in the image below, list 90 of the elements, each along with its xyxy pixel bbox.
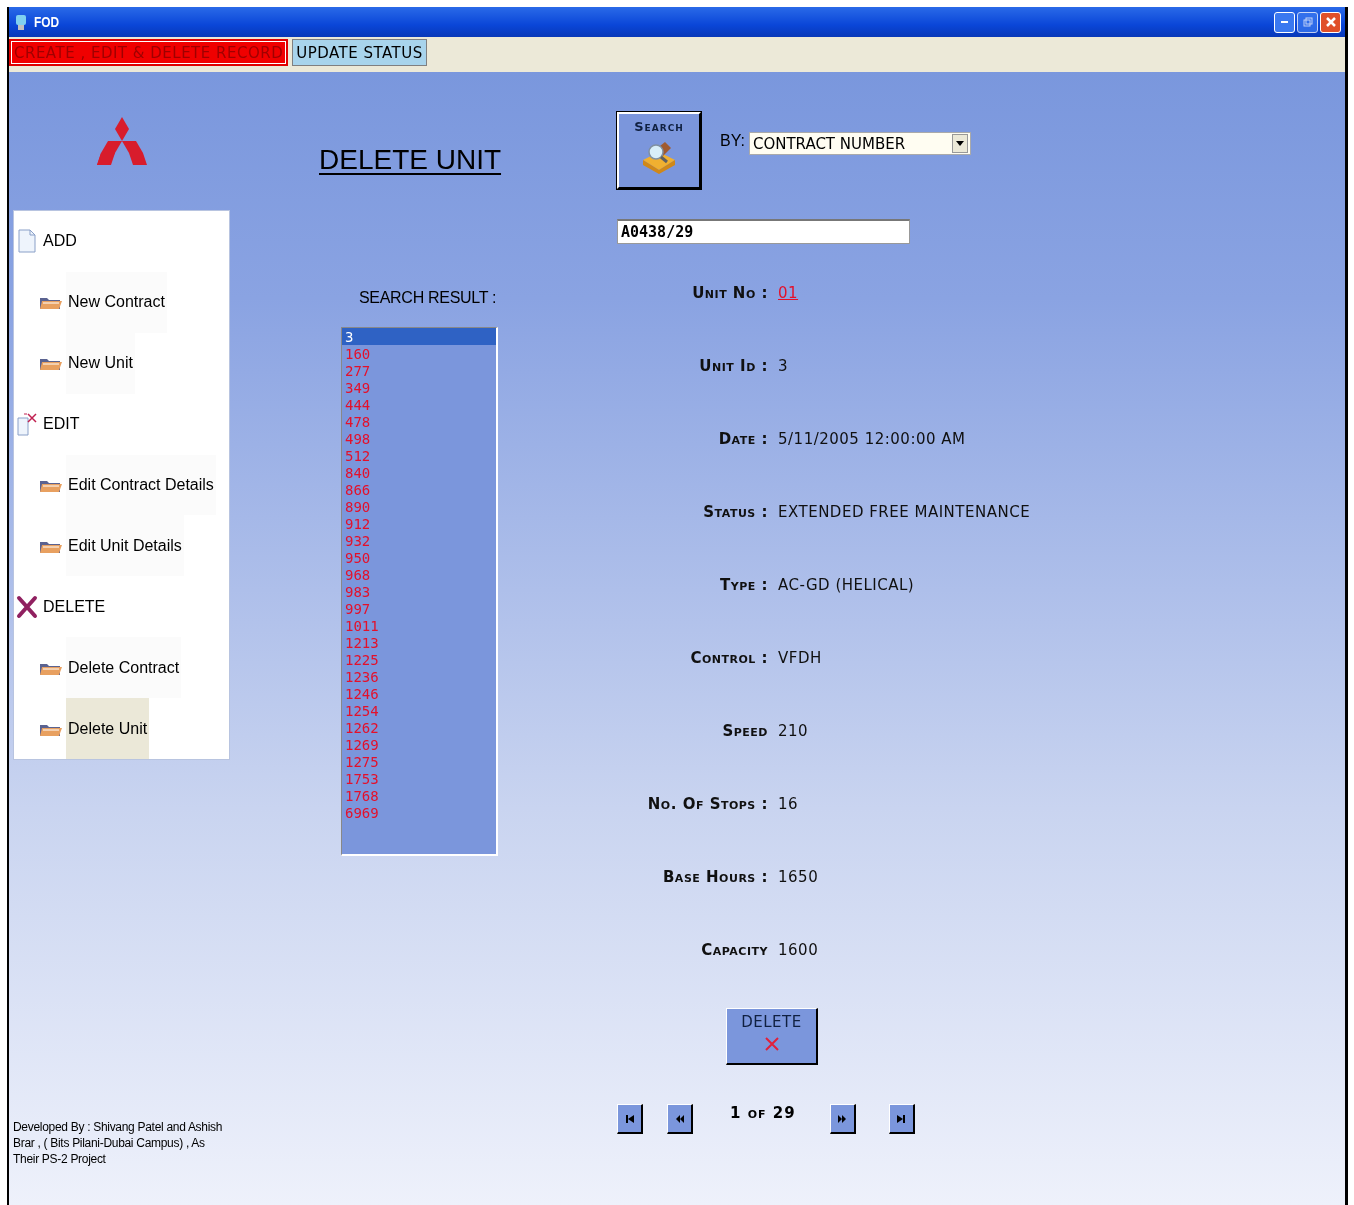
sidebar-section[interactable]: ADD [14,211,229,272]
field-value: AC-GD (HELICAL) [778,576,915,594]
list-item[interactable]: 1768 [342,787,496,804]
list-item[interactable]: 1753 [342,770,496,787]
list-item[interactable]: 912 [342,515,496,532]
close-icon [1324,16,1337,28]
sidebar-item[interactable]: Delete Unit [14,698,229,759]
field-label: Unit Id : [698,357,768,375]
skip-back-icon [625,1114,634,1123]
list-item[interactable]: 512 [342,447,496,464]
field-value: 1650 [778,868,819,886]
list-item[interactable]: 1246 [342,685,496,702]
field-value: EXTENDED FREE MAINTENANCE [778,503,1031,521]
search-result-label: SEARCH RESULT : [359,289,497,307]
field-label: No. Of Stops : [646,795,768,813]
close-button[interactable] [1320,11,1341,33]
page-title: DELETE UNIT [319,144,502,176]
field-value: 210 [778,722,809,740]
delete-button[interactable]: DELETE [726,1008,818,1065]
list-item[interactable]: 1225 [342,651,496,668]
list-item[interactable]: 997 [342,600,496,617]
list-item[interactable]: 1254 [342,702,496,719]
page-counter: 1 of 29 [730,1104,796,1122]
tab[interactable]: CREATE , EDIT & DELETE RECORD [9,39,289,66]
field-label: Type : [719,576,768,594]
document-icon [16,229,38,254]
list-item[interactable]: 478 [342,413,496,430]
minimize-icon [1281,21,1288,23]
search-button[interactable]: Search [617,112,701,189]
list-item[interactable]: 444 [342,396,496,413]
list-item[interactable]: 6969 [342,804,496,821]
by-label: BY: [720,132,745,150]
list-item[interactable]: 866 [342,481,496,498]
cross-icon [764,1037,779,1051]
minimize-button[interactable] [1274,11,1295,33]
magnifier-icon [641,140,677,174]
next-button[interactable] [829,1104,856,1134]
field-label: Status : [702,503,768,521]
list-item[interactable]: 3 [342,328,496,345]
tab[interactable]: UPDATE STATUS [292,39,427,66]
caret-icon [955,141,964,146]
field-label: Base Hours : [661,868,768,886]
field-value: 3 [778,357,789,375]
field-label: Control : [689,649,768,667]
sidebar-section[interactable]: EDIT [14,393,229,455]
list-item[interactable]: 1262 [342,719,496,736]
list-item[interactable]: 968 [342,566,496,583]
list-item[interactable]: 950 [342,549,496,566]
window-title: FOD [34,14,60,30]
restore-icon [1302,17,1313,27]
list-item[interactable]: 932 [342,532,496,549]
list-item[interactable]: 1236 [342,668,496,685]
rewind-icon [675,1114,684,1123]
list-item[interactable]: 840 [342,464,496,481]
cross-icon [16,594,38,619]
credits-text: Developed By : Shivang Patel and Ashish Brar , ( Bits Pilani-Dubai Campus) , As Their PS-2 Project [13,1119,224,1167]
list-item[interactable]: 1275 [342,753,496,770]
list-item[interactable]: 277 [342,362,496,379]
search-field[interactable]: A0438/29 [617,219,910,244]
field-label: Capacity [700,941,768,959]
maximize-button[interactable] [1297,11,1318,33]
search-result-list[interactable]: 3 160 277 349 444 478 498 512 840 866 890 912 932 950 968 983 997 1011 1213 1225 1236 1246 1254 1262 1269 1275 1753 1768 6969 [341,327,498,856]
field-value: VFDH [778,649,822,667]
list-item[interactable]: 498 [342,430,496,447]
field-value: 16 [778,795,799,813]
field-value: 5/11/2005 12:00:00 AM [778,430,966,448]
previous-button[interactable] [667,1104,693,1134]
field-label: Speed [721,722,768,740]
search-by-dropdown[interactable]: CONTRACT NUMBER [748,132,971,155]
list-item[interactable]: 983 [342,583,496,600]
unit-link[interactable]: 01 [778,284,799,302]
list-item[interactable]: 1011 [342,617,496,634]
list-item[interactable]: 160 [342,345,496,362]
list-item[interactable]: 1213 [342,634,496,651]
field-label: Unit No : [691,284,768,302]
sidebar-section[interactable]: DELETE [14,576,229,638]
sidebar-item[interactable]: New Contract [14,271,229,333]
skip-forward-icon [897,1114,906,1123]
fast-forward-icon [838,1114,847,1123]
field-label: Date : [717,430,768,448]
last-button[interactable] [888,1104,915,1134]
list-item[interactable]: 349 [342,379,496,396]
first-button[interactable] [617,1104,643,1134]
list-item[interactable]: 1269 [342,736,496,753]
list-item[interactable]: 890 [342,498,496,515]
field-value: 1600 [778,941,819,959]
sidebar-item[interactable]: New Unit [14,332,229,394]
logo-icon [96,117,147,165]
app-icon [13,13,29,31]
document-edit-icon [16,412,38,437]
